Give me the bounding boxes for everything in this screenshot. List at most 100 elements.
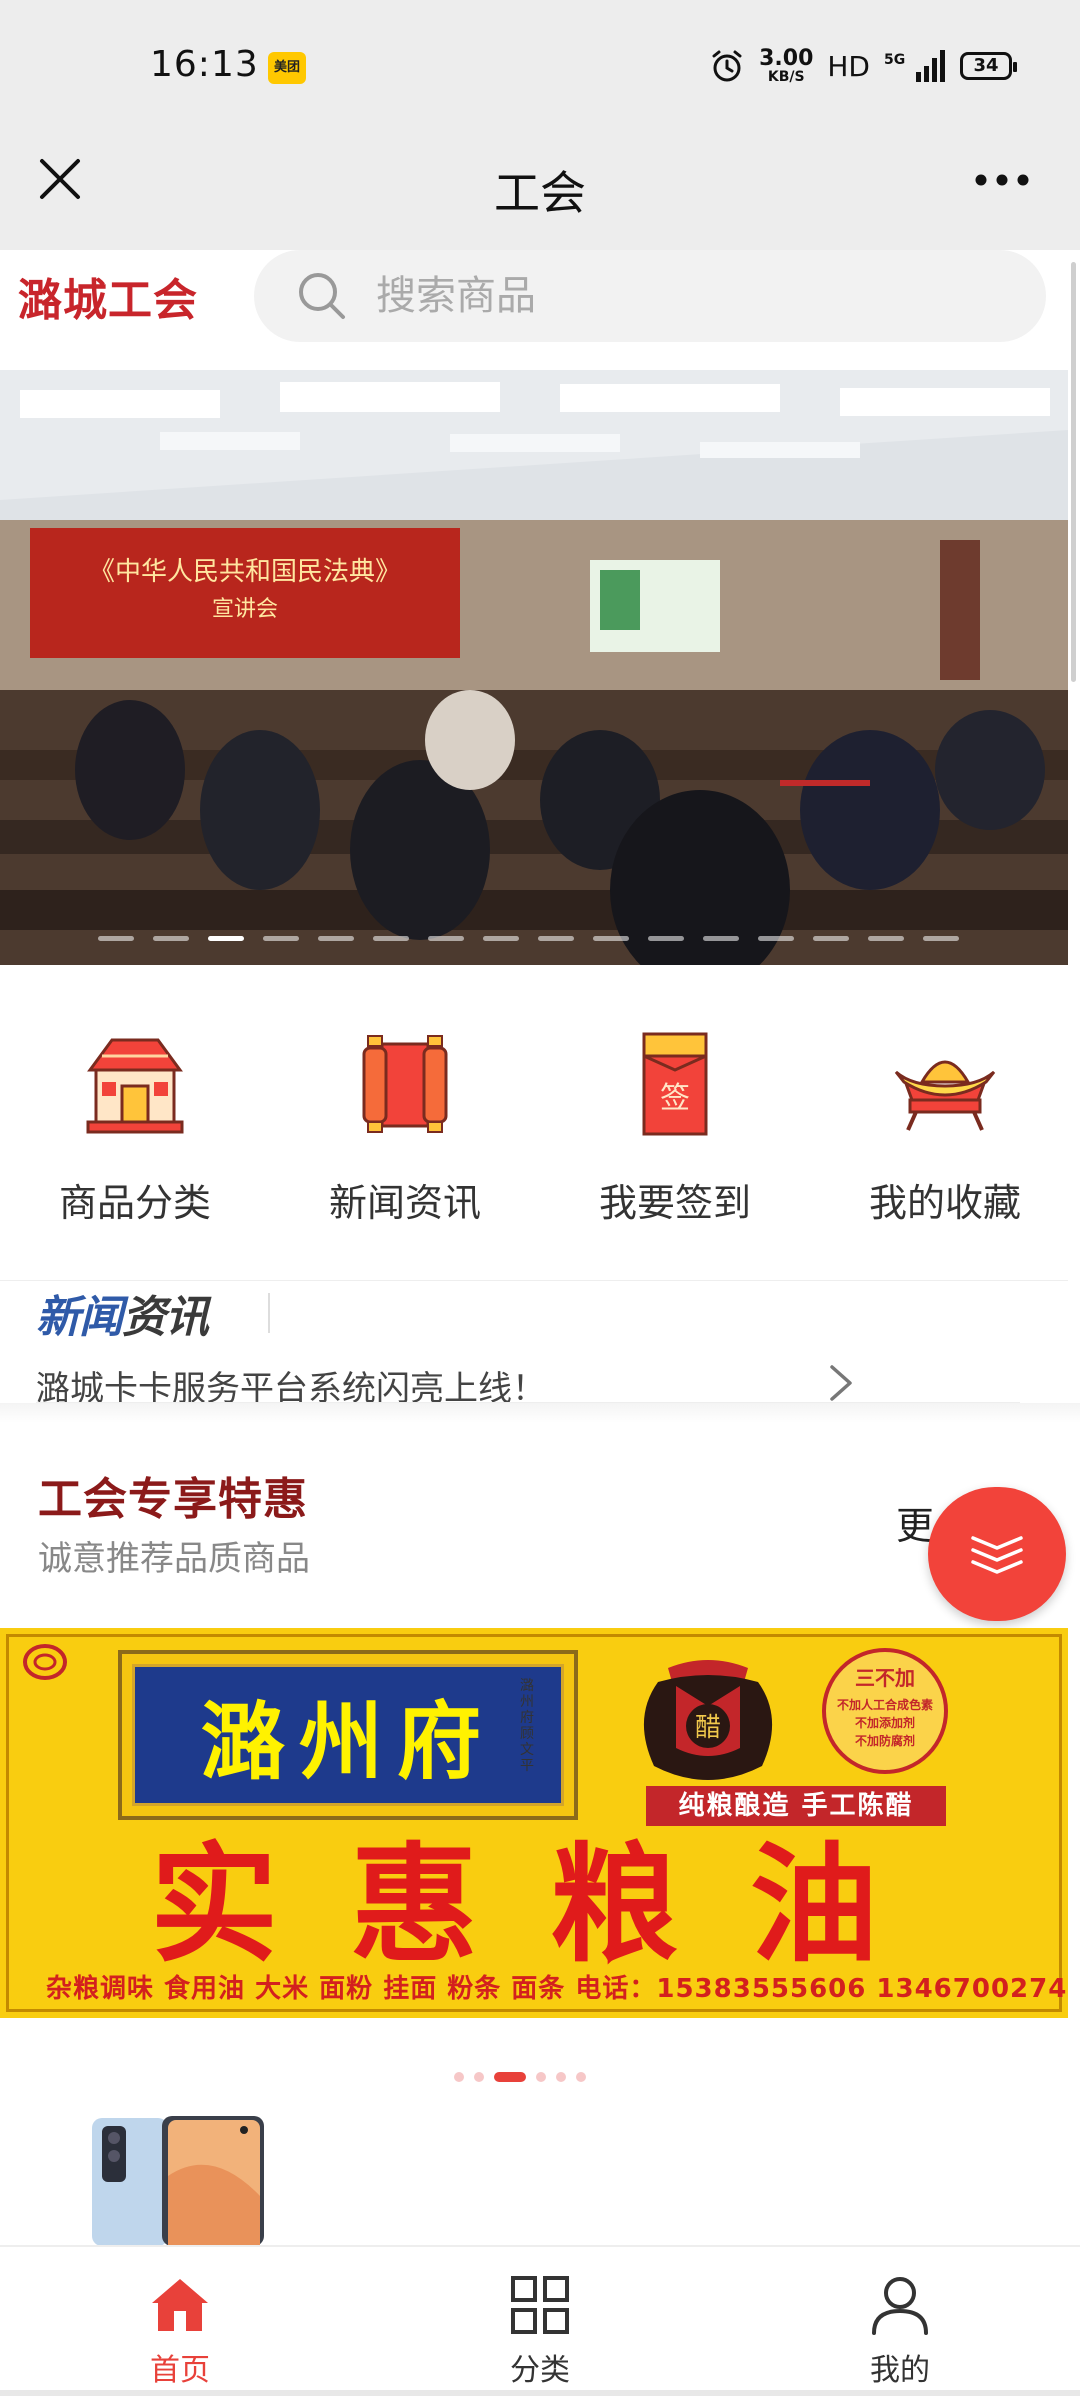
nav-label: 分类	[510, 2353, 570, 2388]
quick-nav-favorites[interactable]: 我的收藏	[810, 980, 1080, 1265]
emblem-icon	[23, 1644, 67, 1680]
nav-label: 我的	[870, 2353, 930, 2388]
system-nav-bar	[0, 2390, 1080, 2396]
nav-label: 首页	[150, 2353, 210, 2388]
news-ticker[interactable]: 新闻资讯 潞城卡卡服务平台系统闪亮上线！	[0, 1280, 1068, 1409]
nav-categories[interactable]: 分类	[360, 2247, 720, 2400]
alarm-icon	[712, 50, 742, 82]
search-header: 潞城工会	[0, 250, 1080, 370]
search-box[interactable]	[254, 250, 1046, 342]
signal-5g-icon: 5G	[884, 50, 945, 82]
storefront-icon	[86, 1038, 184, 1134]
status-bar: 16:13 美团 3.00 KB/S HD 5G 34	[0, 0, 1080, 135]
quick-nav-categories[interactable]: 商品分类	[0, 980, 270, 1265]
nav-home[interactable]: 首页	[0, 2247, 360, 2400]
stamp-line: 不加防腐剂	[854, 1734, 915, 1748]
search-input[interactable]	[376, 250, 996, 342]
stamp-line: 不加添加剂	[854, 1716, 915, 1730]
net-speed-value: 3.00	[759, 46, 814, 71]
stamp-title: 三不加	[855, 1666, 915, 1690]
battery-icon: 34	[960, 52, 1017, 80]
pagination-dot[interactable]	[263, 936, 299, 941]
quick-nav-label: 新闻资讯	[328, 1181, 481, 1225]
pagination-dot[interactable]	[923, 936, 959, 941]
pagination-dot[interactable]	[318, 936, 354, 941]
hero-banner[interactable]: 《中华人民共和国民法典》 宣讲会	[0, 370, 1068, 965]
network-type-label: 5G	[884, 52, 905, 68]
banner-photo: 《中华人民共和国民法典》 宣讲会	[0, 370, 1068, 965]
promo-subtitle: 诚意推荐品质商品	[38, 1539, 310, 1579]
more-options-icon[interactable]	[974, 173, 1030, 187]
gold-ingot-icon	[894, 1060, 996, 1131]
pagination-dot[interactable]	[593, 936, 629, 941]
pagination-dot[interactable]	[556, 2072, 566, 2082]
promo-section: 工会专享特惠 诚意推荐品质商品 更	[0, 1423, 1080, 1623]
news-logo: 新闻资讯	[36, 1281, 209, 1345]
grid-icon	[511, 2276, 569, 2334]
pagination-dot[interactable]	[153, 936, 189, 941]
ad-banner[interactable]: 潞州府 潞州府 顾文平 醋 三不加 不加人工合成色素 不加添加剂 不加防腐剂 纯…	[0, 1628, 1068, 2018]
layers-icon	[971, 1536, 1023, 1574]
pagination-dot[interactable]	[373, 936, 409, 941]
title-bar: 工会	[0, 135, 1080, 250]
pagination-dot[interactable]	[703, 936, 739, 941]
net-speed-unit: KB/S	[767, 69, 805, 85]
news-logo-part1: 新闻	[36, 1292, 123, 1343]
pagination-dot[interactable]	[758, 936, 794, 941]
ad-brand-name: 潞州府	[200, 1691, 495, 1791]
jar-label: 醋	[695, 1713, 721, 1743]
banner-pagination	[98, 936, 959, 941]
ad-quality-stamp: 三不加 不加人工合成色素 不加添加剂 不加防腐剂	[822, 1648, 948, 1774]
floating-menu-button[interactable]	[928, 1487, 1066, 1621]
pagination-dot[interactable]	[98, 936, 134, 941]
ad-pagination	[454, 2072, 586, 2082]
quick-nav-label: 商品分类	[58, 1181, 211, 1225]
quick-nav-signin[interactable]: 签 我要签到	[540, 980, 810, 1265]
pagination-dot[interactable]	[576, 2072, 586, 2082]
page-title: 工会	[494, 166, 586, 220]
vinegar-jar-icon: 醋	[643, 1660, 773, 1780]
pagination-dot[interactable]	[454, 2072, 464, 2082]
status-indicators: 3.00 KB/S HD 5G 34	[709, 44, 1017, 88]
section-gap	[0, 1403, 1080, 1423]
user-icon	[872, 2277, 928, 2335]
promo-title: 工会专享特惠	[38, 1474, 308, 1525]
pagination-dot-active[interactable]	[208, 936, 244, 941]
svg-text:《中华人民共和国民法典》: 《中华人民共和国民法典》	[89, 557, 401, 587]
ad-tagline: 纯粮酿造 手工陈醋	[646, 1786, 946, 1826]
search-icon	[299, 273, 345, 319]
stamp-line: 不加人工合成色素	[836, 1698, 933, 1712]
pagination-dot-active[interactable]	[494, 2072, 526, 2082]
page-scrollbar[interactable]	[1071, 262, 1076, 682]
pagination-dot[interactable]	[536, 2072, 546, 2082]
pagination-dot[interactable]	[428, 936, 464, 941]
pagination-dot[interactable]	[648, 936, 684, 941]
quick-nav-label: 我的收藏	[868, 1181, 1021, 1225]
nav-profile[interactable]: 我的	[720, 2247, 1080, 2400]
scroll-icon	[362, 1035, 448, 1133]
brand-logo: 潞城工会	[18, 275, 198, 326]
pagination-dot[interactable]	[483, 936, 519, 941]
pagination-dot[interactable]	[868, 936, 904, 941]
pagination-dot[interactable]	[813, 936, 849, 941]
ad-headline: 实惠粮油	[150, 1831, 951, 1980]
signin-card-icon: 签	[642, 1032, 708, 1136]
pagination-dot[interactable]	[474, 2072, 484, 2082]
product-phone-image[interactable]	[92, 2116, 267, 2246]
ad-brand-frame: 潞州府	[118, 1650, 578, 1820]
pagination-dot[interactable]	[538, 936, 574, 941]
quick-nav: 商品分类 新闻资讯 签 我要签到 我的收藏	[0, 980, 1080, 1265]
signin-glyph: 签	[660, 1081, 690, 1116]
bottom-nav: 首页 分类 我的	[0, 2245, 1080, 2400]
status-time: 16:13	[150, 44, 259, 85]
quick-nav-news[interactable]: 新闻资讯	[270, 980, 540, 1265]
news-divider	[268, 1293, 270, 1333]
ad-brand-note: 潞州府 顾文平	[520, 1678, 534, 1774]
quick-nav-label: 我要签到	[598, 1181, 751, 1225]
ad-brand-panel: 潞州府	[132, 1664, 564, 1806]
network-speed: 3.00 KB/S	[759, 46, 814, 85]
ad-contact: 杂粮调味 食用油 大米 面粉 挂面 粉条 面条 电话：15383555606 1…	[46, 1974, 1068, 2004]
chevron-right-icon[interactable]	[826, 1363, 856, 1403]
meituan-badge-icon: 美团	[268, 52, 306, 84]
news-logo-part2: 资讯	[122, 1292, 209, 1343]
